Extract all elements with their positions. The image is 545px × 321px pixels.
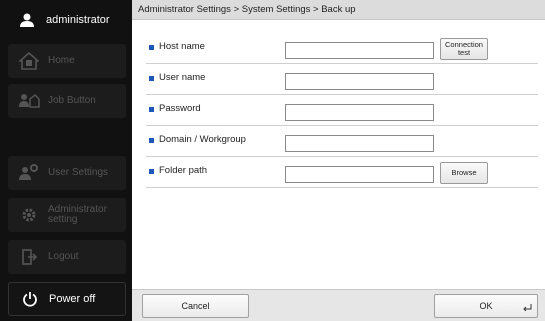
sidebar-item-logout[interactable]: Logout [8,240,126,274]
ok-button[interactable]: OK [434,294,538,318]
sidebar-item-job-button[interactable]: Job Button [8,84,126,118]
power-off-label: Power off [49,293,96,305]
user-name: administrator [46,14,110,26]
domain-workgroup-label: Domain / Workgroup [159,134,246,145]
current-user: administrator [8,6,126,34]
cancel-button[interactable]: Cancel [142,294,249,318]
folder-path-input[interactable] [285,166,434,183]
bullet-icon [149,45,154,50]
gear-icon [18,204,40,226]
password-input[interactable] [285,104,434,121]
sidebar-item-user-settings[interactable]: User Settings [8,156,126,190]
job-button-icon [18,90,40,112]
main-panel: Administrator Settings > System Settings… [132,0,545,321]
enter-icon [523,303,532,313]
connection-test-button[interactable]: Connection test [440,38,488,60]
bullet-icon [149,169,154,174]
sidebar-item-label: Administrator setting [48,204,107,225]
form-row-password: Password [146,95,538,126]
user-name-label: User name [159,72,206,83]
bullet-icon [149,138,154,143]
form-row-domain-workgroup: Domain / Workgroup [146,126,538,157]
browse-button[interactable]: Browse [440,162,488,184]
backup-form: Host name Connection test User name Pass… [146,33,538,188]
domain-workgroup-input[interactable] [285,135,434,152]
sidebar-item-label: Job Button [48,95,96,106]
host-name-input[interactable] [285,42,434,59]
power-off-button[interactable]: Power off [8,282,126,316]
sidebar-item-label: Home [48,55,75,66]
breadcrumb: Administrator Settings > System Settings… [132,0,545,20]
sidebar-item-home[interactable]: Home [8,44,126,78]
footer-bar: Cancel OK [132,289,545,321]
bullet-icon [149,107,154,112]
sidebar-item-administrator-setting[interactable]: Administrator setting [8,198,126,232]
form-row-user-name: User name [146,64,538,95]
password-label: Password [159,103,201,114]
user-icon [18,11,36,29]
bullet-icon [149,76,154,81]
host-name-label: Host name [159,41,205,52]
sidebar-item-label: User Settings [48,167,109,178]
user-settings-icon [18,162,40,184]
cancel-label: Cancel [181,301,210,311]
home-icon [18,50,40,72]
sidebar-item-label: Logout [48,251,79,262]
ok-label: OK [479,301,493,311]
power-icon [19,288,41,310]
form-row-host-name: Host name Connection test [146,33,538,64]
folder-path-label: Folder path [159,165,208,176]
logout-icon [18,246,40,268]
form-row-folder-path: Folder path Browse [146,157,538,188]
sidebar: administrator Home Job Button User Setti… [0,0,132,321]
user-name-input[interactable] [285,73,434,90]
